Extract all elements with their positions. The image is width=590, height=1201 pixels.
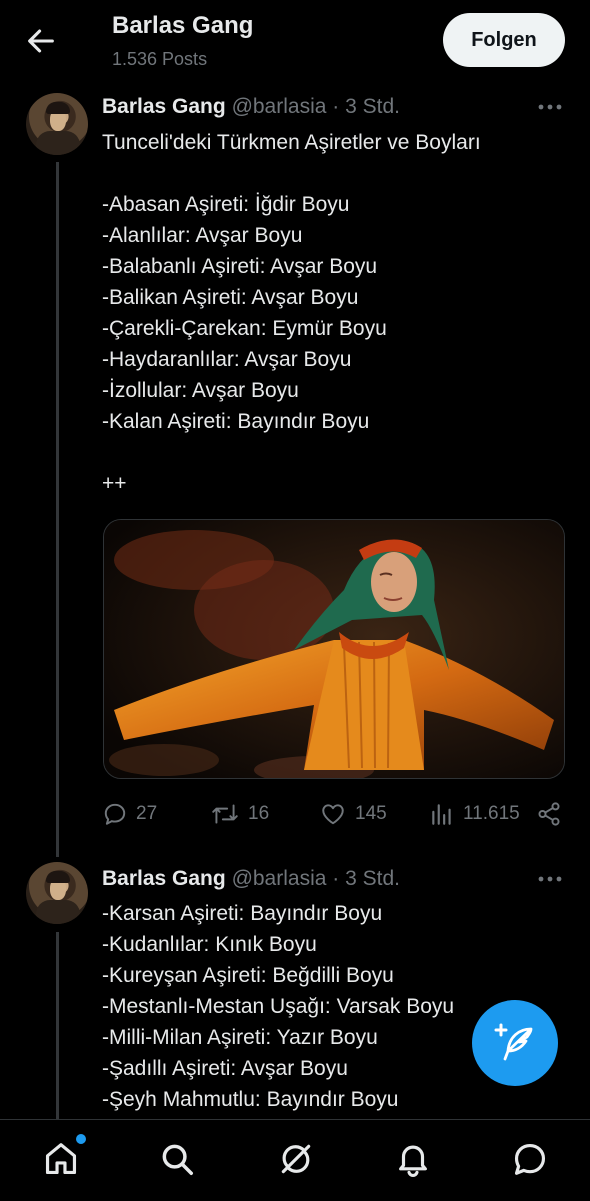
tweet-line: -İzollular: Avşar Boyu xyxy=(102,379,299,402)
avatar[interactable] xyxy=(26,862,88,924)
messages-icon xyxy=(514,1143,546,1175)
repost-count: 16 xyxy=(248,803,270,824)
thread-line xyxy=(56,932,59,1119)
repost-button[interactable]: 16 xyxy=(210,797,269,831)
tweet-line: ++ xyxy=(102,472,127,495)
tweet-line: -Şeyh Mahmutlu: Bayındır Boyu xyxy=(102,1088,399,1111)
nav-notifications[interactable] xyxy=(362,1120,462,1201)
tweet-line: Tunceli'deki Türkmen Aşiretler ve Boylar… xyxy=(102,131,481,154)
tweet-line: -Balabanlı Aşireti: Avşar Boyu xyxy=(102,255,378,278)
notification-dot xyxy=(76,1134,86,1144)
post-count: 1.536 Posts xyxy=(112,49,208,69)
view-count: 11.615 xyxy=(463,803,520,824)
grok-icon xyxy=(281,1144,311,1174)
tweet-line: -Abasan Aşireti: İğdir Boyu xyxy=(102,193,350,216)
heart-icon xyxy=(322,804,344,825)
reply-count: 27 xyxy=(136,803,158,824)
views-icon xyxy=(432,804,451,825)
tweet-line xyxy=(102,437,572,468)
thread-line xyxy=(56,162,59,857)
more-horizontal-icon xyxy=(538,876,562,882)
tweet-line xyxy=(102,158,572,189)
views-button[interactable]: 11.615 xyxy=(429,797,520,831)
page-title: Barlas Gang xyxy=(112,12,254,39)
tweet-line: -Kalan Aşireti: Bayındır Boyu xyxy=(102,410,370,433)
tweet-line: -Kureyşan Aşireti: Beğdilli Boyu xyxy=(102,964,394,987)
author-name[interactable]: Barlas Gang xyxy=(102,867,226,890)
share-icon xyxy=(538,802,560,826)
like-count: 145 xyxy=(355,803,387,824)
bottom-nav xyxy=(0,1119,590,1201)
author-handle-time: @barlasia · 3 Std. xyxy=(231,95,400,118)
tweet-author[interactable]: Barlas Gang @barlasia · 3 Std. xyxy=(102,867,400,891)
tweet-line: -Çarekli-Çarekan: Eymür Boyu xyxy=(102,317,387,340)
home-icon xyxy=(45,1143,77,1175)
tweet-line: -Karsan Aşireti: Bayındır Boyu xyxy=(102,902,383,925)
tweet-line: -Kudanlılar: Kınık Boyu xyxy=(102,933,317,956)
search-icon xyxy=(162,1144,193,1175)
like-button[interactable]: 145 xyxy=(319,797,387,831)
reply-button[interactable]: 27 xyxy=(102,797,157,831)
author-name[interactable]: Barlas Gang xyxy=(102,95,226,118)
profile-header: Barlas Gang 1.536 Posts Folgen xyxy=(0,0,590,82)
photo-dancer-in-orange-costume xyxy=(104,520,564,778)
nav-grok[interactable] xyxy=(245,1120,345,1201)
more-button[interactable] xyxy=(536,870,564,888)
more-button[interactable] xyxy=(536,98,564,116)
author-handle-time: @barlasia · 3 Std. xyxy=(231,867,400,890)
reply-icon xyxy=(104,803,126,825)
arrow-left-icon xyxy=(28,29,54,53)
tweet-line: -Balikan Aşireti: Avşar Boyu xyxy=(102,286,359,309)
compose-button[interactable] xyxy=(472,1000,558,1086)
back-button[interactable] xyxy=(24,24,58,58)
tweet-author[interactable]: Barlas Gang @barlasia · 3 Std. xyxy=(102,95,400,119)
tweet-text: Tunceli'deki Türkmen Aşiretler ve Boylar… xyxy=(102,127,572,499)
tweet-line: -Haydaranlılar: Avşar Boyu xyxy=(102,348,352,371)
follow-button[interactable]: Folgen xyxy=(443,13,565,67)
share-button[interactable] xyxy=(536,797,570,831)
nav-search[interactable] xyxy=(126,1120,226,1201)
repost-icon xyxy=(212,804,238,824)
more-horizontal-icon xyxy=(538,104,562,110)
notifications-icon xyxy=(399,1145,427,1177)
tweet-line: -Alanlılar: Avşar Boyu xyxy=(102,224,303,247)
avatar[interactable] xyxy=(26,93,88,155)
nav-home[interactable] xyxy=(10,1120,110,1201)
compose-icon xyxy=(494,1023,533,1061)
nav-messages[interactable] xyxy=(479,1120,579,1201)
tweet-actions: 27 16 145 11.615 xyxy=(102,797,572,831)
tweet-image[interactable] xyxy=(103,519,565,779)
